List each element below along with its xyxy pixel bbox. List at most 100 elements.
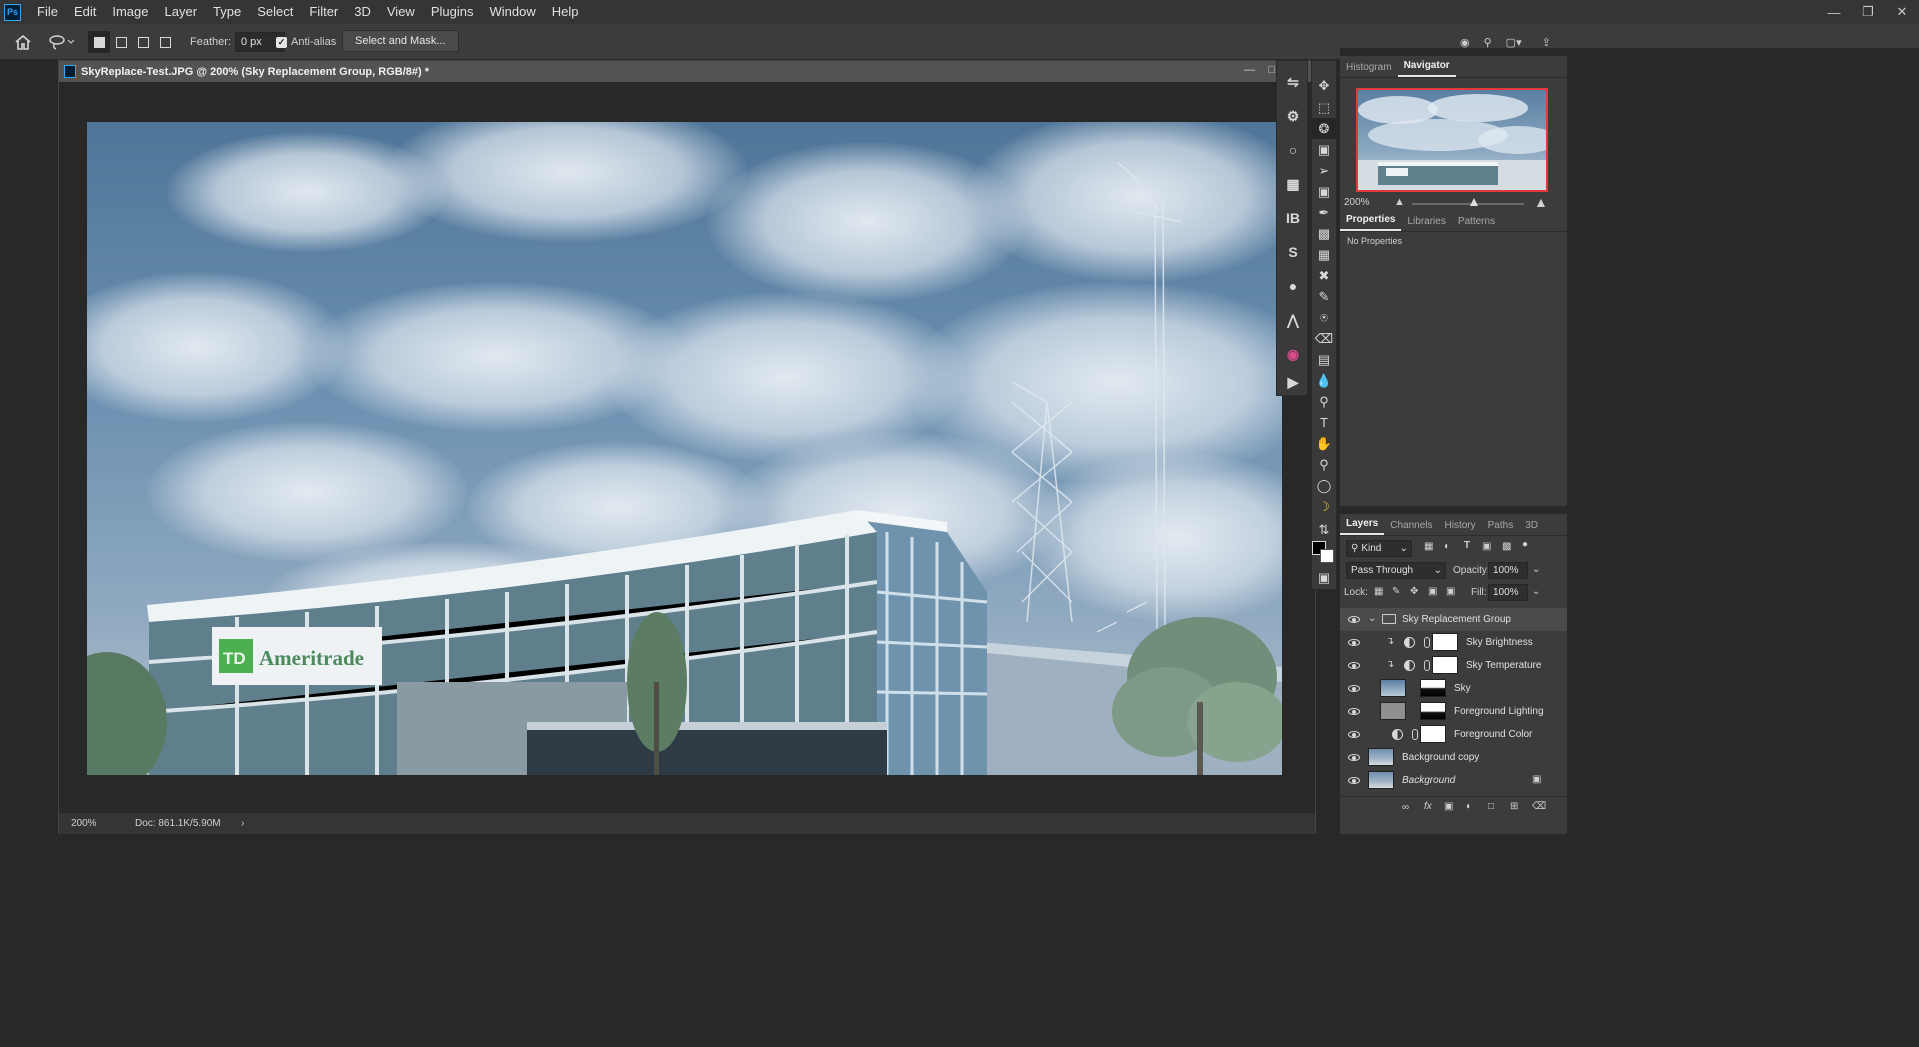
status-chevron-icon[interactable]: › bbox=[241, 818, 244, 829]
tab-histogram[interactable]: Histogram bbox=[1340, 62, 1398, 77]
antialias-checkbox[interactable]: ✓ bbox=[276, 36, 287, 48]
menu-edit[interactable]: Edit bbox=[66, 0, 104, 24]
tab-patterns[interactable]: Patterns bbox=[1452, 216, 1501, 231]
ib-plugin-icon[interactable]: IB bbox=[1277, 203, 1309, 233]
healing-brush-tool-icon[interactable]: ▩ bbox=[1312, 223, 1336, 244]
tab-layers[interactable]: Layers bbox=[1340, 518, 1385, 535]
tab-history[interactable]: History bbox=[1439, 520, 1482, 535]
visibility-eye-icon[interactable] bbox=[1348, 708, 1360, 715]
clone-stamp-tool-icon[interactable]: ⍟ bbox=[1312, 307, 1336, 328]
delete-layer-icon[interactable]: ⌫ bbox=[1532, 801, 1546, 812]
zoom-slider-track[interactable] bbox=[1412, 203, 1524, 205]
visibility-eye-icon[interactable] bbox=[1348, 731, 1360, 738]
visibility-eye-icon[interactable] bbox=[1348, 616, 1360, 623]
filter-smart-object-icon[interactable]: ▩ bbox=[1502, 541, 1511, 552]
opacity-chevron-icon[interactable]: ⌄ bbox=[1532, 564, 1540, 575]
canvas-image[interactable]: TD Ameritrade bbox=[87, 122, 1282, 775]
home-button[interactable] bbox=[14, 32, 32, 52]
visibility-eye-icon[interactable] bbox=[1348, 685, 1360, 692]
mask-link-icon[interactable] bbox=[1424, 637, 1430, 648]
adjustments-icon[interactable]: ⇋ bbox=[1277, 67, 1309, 97]
layer-row-sky[interactable]: Sky bbox=[1340, 677, 1567, 700]
tab-channels[interactable]: Channels bbox=[1384, 520, 1438, 535]
layer-row-background-copy[interactable]: Background copy bbox=[1340, 746, 1567, 769]
path-selection-tool-icon[interactable]: ➢ bbox=[1312, 160, 1336, 181]
menu-file[interactable]: File bbox=[29, 0, 66, 24]
layer-row-background[interactable]: Background ▣ bbox=[1340, 769, 1567, 792]
tab-paths[interactable]: Paths bbox=[1482, 520, 1520, 535]
eraser-tool-icon[interactable]: ⌫ bbox=[1312, 328, 1336, 349]
background-color-swatch[interactable] bbox=[1320, 549, 1334, 563]
link-layers-icon[interactable]: ∞ bbox=[1402, 802, 1409, 813]
filter-adjustment-icon[interactable]: ◐ bbox=[1444, 541, 1450, 552]
visibility-eye-icon[interactable] bbox=[1348, 754, 1360, 761]
new-group-icon[interactable]: □ bbox=[1488, 801, 1494, 812]
menu-window[interactable]: Window bbox=[481, 0, 543, 24]
tab-3d[interactable]: 3D bbox=[1519, 520, 1544, 535]
menu-layer[interactable]: Layer bbox=[157, 0, 206, 24]
lock-image-icon[interactable]: ✎ bbox=[1392, 586, 1400, 597]
search-icon[interactable]: ⚲ bbox=[1484, 36, 1492, 49]
marquee-tool-icon[interactable]: ⬚ bbox=[1312, 97, 1336, 118]
menu-help[interactable]: Help bbox=[544, 0, 587, 24]
intersect-selection-button[interactable] bbox=[154, 31, 176, 53]
compass-icon[interactable]: ⋀ bbox=[1277, 305, 1309, 335]
type-tool-icon[interactable]: T bbox=[1312, 412, 1336, 433]
blend-mode-select[interactable]: Pass Through ⌄ bbox=[1346, 562, 1446, 579]
circle-plugin-icon[interactable]: ● bbox=[1277, 271, 1309, 301]
subtract-from-selection-button[interactable] bbox=[132, 31, 154, 53]
layer-style-icon[interactable]: fx bbox=[1424, 801, 1432, 812]
menu-3d[interactable]: 3D bbox=[346, 0, 379, 24]
share-icon[interactable]: ⇪ bbox=[1542, 36, 1551, 49]
filter-shape-icon[interactable]: ▣ bbox=[1482, 541, 1491, 552]
menu-plugins[interactable]: Plugins bbox=[423, 0, 482, 24]
minimize-icon[interactable]: — bbox=[1817, 0, 1851, 24]
restore-icon[interactable]: ❐ bbox=[1851, 0, 1885, 24]
filter-pixel-icon[interactable]: ▦ bbox=[1424, 541, 1433, 552]
color-plugin-icon[interactable]: ◉ bbox=[1277, 339, 1309, 369]
gradient-tool-icon[interactable]: ▤ bbox=[1312, 349, 1336, 370]
filter-kind-select[interactable]: ⚲ Kind ⌄ bbox=[1346, 540, 1412, 557]
move-tool-icon[interactable]: ✥ bbox=[1312, 75, 1336, 96]
banana-icon[interactable]: ☽ bbox=[1312, 496, 1336, 517]
opacity-input[interactable]: 100% bbox=[1488, 562, 1528, 579]
eyedropper-tool-icon[interactable]: ✒ bbox=[1312, 202, 1336, 223]
menu-filter[interactable]: Filter bbox=[301, 0, 346, 24]
layer-row-sky-replacement-group[interactable]: ⌄ Sky Replacement Group bbox=[1340, 608, 1567, 631]
layer-mask-thumbnail[interactable] bbox=[1420, 725, 1446, 743]
layer-thumbnail[interactable] bbox=[1380, 702, 1406, 720]
frame-tool-icon[interactable]: ▦ bbox=[1312, 244, 1336, 265]
status-doc-info[interactable]: Doc: 861.1K/5.90M bbox=[135, 818, 241, 829]
new-selection-button[interactable] bbox=[88, 31, 110, 53]
document-tab[interactable]: SkyReplace-Test.JPG @ 200% (Sky Replacem… bbox=[59, 61, 1315, 82]
layer-mask-thumbnail[interactable] bbox=[1420, 702, 1446, 720]
layer-mask-thumbnail[interactable] bbox=[1420, 679, 1446, 697]
layer-mask-thumbnail[interactable] bbox=[1432, 633, 1458, 651]
fill-chevron-icon[interactable]: ⌄ bbox=[1532, 586, 1540, 597]
workspace-icon[interactable]: ▢▾ bbox=[1506, 36, 1522, 49]
menu-image[interactable]: Image bbox=[104, 0, 156, 24]
swap-colors-icon[interactable]: ⇅ bbox=[1312, 519, 1336, 540]
content-aware-move-icon[interactable]: ✖ bbox=[1312, 265, 1336, 286]
zoom-slider-handle[interactable] bbox=[1470, 198, 1478, 206]
ellipse-tool-icon[interactable]: ◯ bbox=[1312, 475, 1336, 496]
layer-thumbnail[interactable] bbox=[1380, 679, 1406, 697]
menu-view[interactable]: View bbox=[379, 0, 423, 24]
add-mask-icon[interactable]: ▣ bbox=[1444, 801, 1453, 812]
group-expand-chevron-icon[interactable]: ⌄ bbox=[1368, 613, 1376, 624]
status-zoom[interactable]: 200% bbox=[71, 818, 135, 829]
lock-artboard-icon[interactable]: ▣ bbox=[1428, 586, 1437, 597]
table-icon[interactable]: ▦ bbox=[1277, 169, 1309, 199]
brush-tool-icon[interactable]: ✎ bbox=[1312, 286, 1336, 307]
menu-select[interactable]: Select bbox=[249, 0, 301, 24]
doc-restore-icon[interactable]: □ bbox=[1268, 64, 1275, 76]
3d-icon[interactable]: ○ bbox=[1277, 135, 1309, 165]
new-layer-icon[interactable]: ⊞ bbox=[1510, 801, 1518, 812]
tab-libraries[interactable]: Libraries bbox=[1401, 216, 1451, 231]
lock-transparent-icon[interactable]: ▦ bbox=[1374, 586, 1383, 597]
tab-navigator[interactable]: Navigator bbox=[1397, 60, 1456, 77]
object-selection-tool-icon[interactable]: ▣ bbox=[1312, 139, 1336, 160]
hand-tool-icon[interactable]: ✋ bbox=[1312, 433, 1336, 454]
new-adjustment-icon[interactable]: ◐ bbox=[1466, 801, 1472, 812]
blur-tool-icon[interactable]: 💧 bbox=[1312, 370, 1336, 391]
